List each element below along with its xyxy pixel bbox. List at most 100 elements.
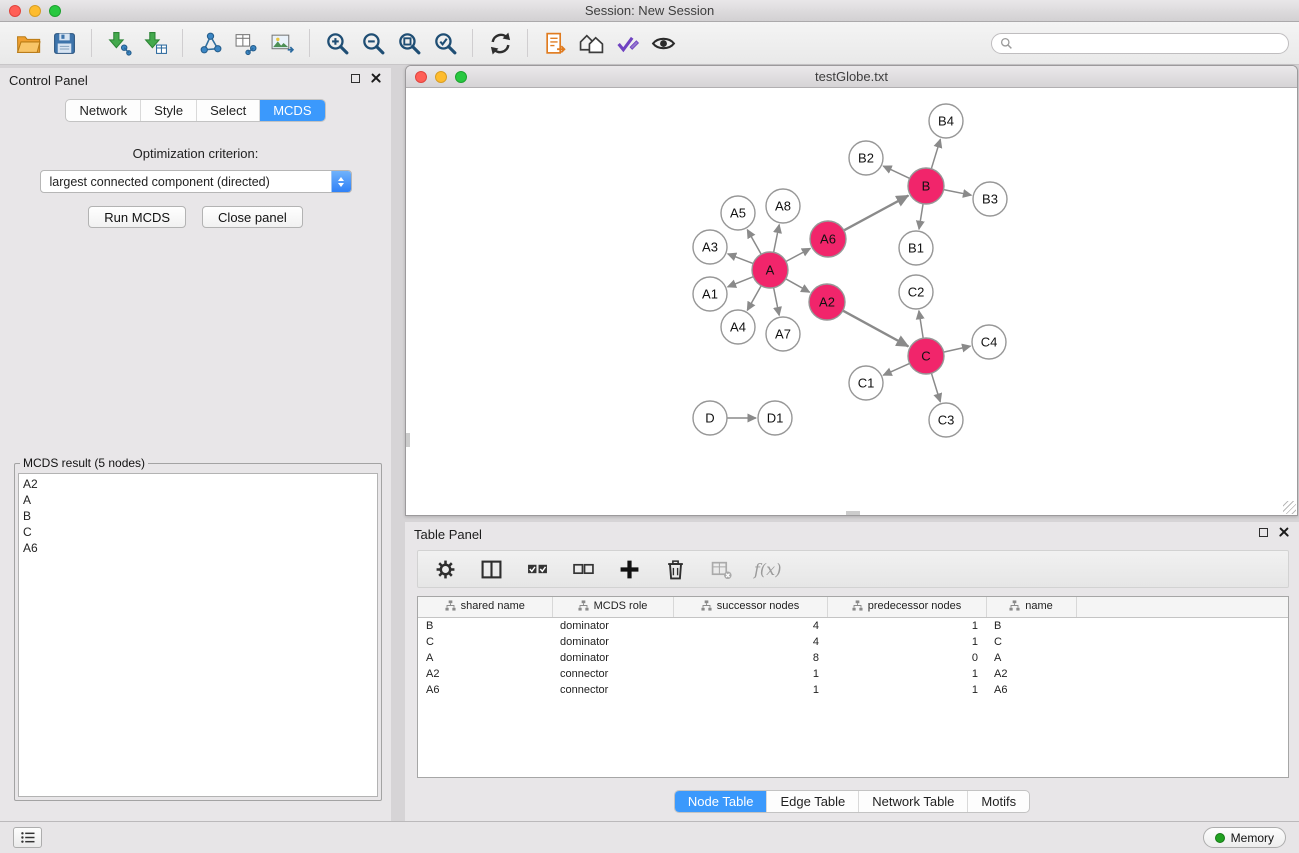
table-cell[interactable]: 1: [827, 634, 986, 650]
network-edge-C-C1[interactable]: [883, 363, 909, 375]
column-header-successor-nodes[interactable]: successor nodes: [673, 597, 827, 617]
network-canvas[interactable]: B4B2BB3A8A5A6B1A3AA1C2A2A4A7C4CC1C3DD1: [406, 88, 1297, 515]
tab-select[interactable]: Select: [197, 100, 260, 121]
create-column-button[interactable]: [616, 556, 642, 582]
network-node-A1[interactable]: A1: [693, 277, 727, 311]
network-graph[interactable]: B4B2BB3A8A5A6B1A3AA1C2A2A4A7C4CC1C3DD1: [406, 88, 1297, 515]
home-button[interactable]: [573, 26, 609, 60]
network-node-A4[interactable]: A4: [721, 310, 755, 344]
table-row[interactable]: Bdominator41B: [418, 617, 1288, 634]
zoom-window-button[interactable]: [49, 5, 61, 17]
table-cell[interactable]: 0: [827, 650, 986, 666]
show-column-panel-button[interactable]: [478, 556, 504, 582]
network-node-A[interactable]: A: [752, 252, 788, 288]
network-edge-A2-C[interactable]: [843, 311, 909, 347]
minimize-window-button[interactable]: [29, 5, 41, 17]
network-edge-B-B1[interactable]: [919, 204, 923, 229]
close-window-button[interactable]: [9, 5, 21, 17]
tab-network-table[interactable]: Network Table: [859, 791, 968, 812]
table-row[interactable]: Adominator80A: [418, 650, 1288, 666]
apply-layout-button[interactable]: [482, 26, 518, 60]
resize-grip[interactable]: [1283, 501, 1296, 514]
export-image-button[interactable]: [264, 26, 300, 60]
table-row[interactable]: A2connector11A2: [418, 666, 1288, 682]
table-cell[interactable]: A2: [986, 666, 1076, 682]
close-panel-button[interactable]: [371, 73, 381, 83]
import-network-button[interactable]: [101, 26, 137, 60]
network-edge-B-B4[interactable]: [931, 139, 940, 169]
apply-function-button[interactable]: f(x): [754, 556, 781, 582]
zoom-selected-button[interactable]: [427, 26, 463, 60]
network-window-titlebar[interactable]: testGlobe.txt: [406, 66, 1297, 88]
zoom-fit-button[interactable]: [391, 26, 427, 60]
table-cell[interactable]: 4: [673, 634, 827, 650]
network-node-D1[interactable]: D1: [758, 401, 792, 435]
minimize-network-window-button[interactable]: [435, 71, 447, 83]
optimization-criterion-dropdown[interactable]: largest connected component (directed): [40, 170, 352, 193]
column-header-predecessor-nodes[interactable]: predecessor nodes: [827, 597, 986, 617]
new-network-table-button[interactable]: [228, 26, 264, 60]
table-cell[interactable]: A6: [418, 682, 552, 698]
network-edge-A-A3[interactable]: [728, 254, 754, 264]
table-row[interactable]: A6connector11A6: [418, 682, 1288, 698]
table-cell[interactable]: B: [418, 617, 552, 634]
float-panel-button[interactable]: [351, 74, 360, 83]
network-node-A5[interactable]: A5: [721, 196, 755, 230]
column-header-mcds-role[interactable]: MCDS role: [552, 597, 673, 617]
network-edge-A-A2[interactable]: [786, 279, 810, 292]
table-cell[interactable]: C: [986, 634, 1076, 650]
network-node-A2[interactable]: A2: [809, 284, 845, 320]
tab-network[interactable]: Network: [66, 100, 141, 121]
table-cell[interactable]: 1: [673, 682, 827, 698]
network-node-A8[interactable]: A8: [766, 189, 800, 223]
table-cell[interactable]: C: [418, 634, 552, 650]
column-header-shared-name[interactable]: shared name: [418, 597, 552, 617]
tab-style[interactable]: Style: [141, 100, 197, 121]
show-graphics-details-button[interactable]: [645, 26, 681, 60]
network-edge-A-A1[interactable]: [728, 277, 754, 287]
network-node-C1[interactable]: C1: [849, 366, 883, 400]
export-document-button[interactable]: [537, 26, 573, 60]
network-edge-A6-B[interactable]: [844, 196, 909, 231]
network-edge-C-C4[interactable]: [944, 346, 971, 352]
table-cell[interactable]: A6: [986, 682, 1076, 698]
save-session-button[interactable]: [46, 26, 82, 60]
table-cell[interactable]: 8: [673, 650, 827, 666]
mcds-result-item[interactable]: A2: [23, 476, 373, 492]
mcds-result-item[interactable]: A: [23, 492, 373, 508]
table-cell[interactable]: dominator: [552, 617, 673, 634]
clone-network-button[interactable]: [192, 26, 228, 60]
network-edge-A-A8[interactable]: [774, 225, 780, 253]
close-table-panel-button[interactable]: [1279, 527, 1289, 537]
network-node-D[interactable]: D: [693, 401, 727, 435]
table-cell[interactable]: A: [986, 650, 1076, 666]
network-node-A7[interactable]: A7: [766, 317, 800, 351]
network-node-B2[interactable]: B2: [849, 141, 883, 175]
search-input[interactable]: [1018, 36, 1280, 50]
open-session-button[interactable]: [10, 26, 46, 60]
column-header-name[interactable]: name: [986, 597, 1076, 617]
network-node-C[interactable]: C: [908, 338, 944, 374]
table-cell[interactable]: dominator: [552, 634, 673, 650]
tab-mcds[interactable]: MCDS: [260, 100, 324, 121]
table-row[interactable]: Cdominator41C: [418, 634, 1288, 650]
table-cell[interactable]: connector: [552, 666, 673, 682]
mcds-result-item[interactable]: A6: [23, 540, 373, 556]
network-edge-C-C3[interactable]: [931, 373, 940, 402]
tab-motifs[interactable]: Motifs: [968, 791, 1029, 812]
tab-node-table[interactable]: Node Table: [675, 791, 768, 812]
network-edge-C-C2[interactable]: [919, 311, 923, 338]
toolbar-search[interactable]: [991, 33, 1289, 54]
table-cell[interactable]: connector: [552, 682, 673, 698]
network-edge-B-B3[interactable]: [944, 190, 972, 196]
table-cell[interactable]: A: [418, 650, 552, 666]
window-titlebar[interactable]: Session: New Session: [0, 0, 1299, 22]
table-cell[interactable]: 1: [827, 666, 986, 682]
table-cell[interactable]: 1: [827, 682, 986, 698]
network-edge-A-A7[interactable]: [774, 288, 780, 316]
network-node-A6[interactable]: A6: [810, 221, 846, 257]
validate-style-button[interactable]: [609, 26, 645, 60]
deselect-all-rows-button[interactable]: [570, 556, 596, 582]
network-node-B[interactable]: B: [908, 168, 944, 204]
network-node-A3[interactable]: A3: [693, 230, 727, 264]
